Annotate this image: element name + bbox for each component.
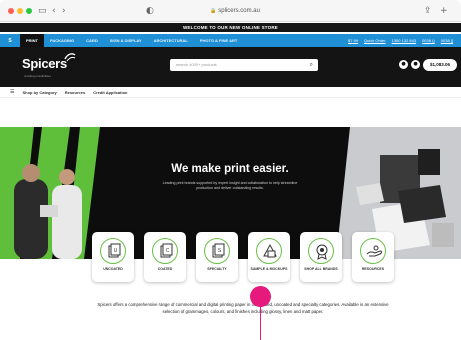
nav-link-price[interactable]: $7.99 <box>348 38 358 43</box>
new-tab-icon[interactable]: + <box>440 5 448 17</box>
category-letter: C <box>166 248 170 254</box>
address-bar-url: splicers.com.au <box>218 8 260 14</box>
category-resources[interactable]: RESOURCES <box>352 232 394 282</box>
category-label: SHOP ALL BRANDS <box>304 267 338 271</box>
brand-swirl-icon <box>64 53 76 62</box>
main-nav: S PRINT PACKAGING CARD SIGN & DISPLAY AR… <box>0 34 461 47</box>
category-label: RESOURCES <box>361 267 385 271</box>
tab-sign-display[interactable]: SIGN & DISPLAY <box>104 34 148 47</box>
user-icon[interactable]: ● <box>399 60 408 69</box>
coated-icon: C <box>152 238 178 264</box>
subnav-shop-by-category[interactable]: Shop by Category <box>22 90 56 95</box>
search-placeholder: search 4000+ products <box>176 62 217 67</box>
tab-print[interactable]: PRINT <box>20 34 44 47</box>
category-tiles: U UNCOATED C COATED S SPECIALTY SAMPLE &… <box>92 232 397 287</box>
chevron-left-icon[interactable]: ‹ <box>52 5 56 17</box>
promo-banner: WELCOME TO OUR NEW ONLINE STORE <box>0 23 461 32</box>
browser-window: ▭ ‹ › ◐ 🔒 splicers.com.au ⇪ + WELCOME TO … <box>0 0 461 340</box>
close-window-button[interactable] <box>8 8 14 14</box>
site-header: Spicers creating possibilities search 40… <box>0 47 461 87</box>
hero-title: We make print easier. <box>171 163 289 175</box>
hero-subtitle: Leading print brands supported by expert… <box>162 181 298 190</box>
uncoated-icon: U <box>100 238 126 264</box>
category-coated[interactable]: C COATED <box>144 232 186 282</box>
search-icon[interactable]: ⌕ <box>310 59 313 71</box>
subnav-resources[interactable]: Resources <box>65 90 85 95</box>
lock-icon: 🔒 <box>210 8 217 14</box>
brand-logo[interactable]: Spicers <box>22 56 67 71</box>
nav-link-cart[interactable]: 0038 [] <box>441 38 453 43</box>
menu-icon[interactable]: ☰ <box>10 89 14 95</box>
search-input[interactable]: search 4000+ products ⌕ <box>170 59 318 71</box>
tab-packaging[interactable]: PACKAGING <box>44 34 80 47</box>
maximize-window-button[interactable] <box>26 8 32 14</box>
specialty-icon: S <box>204 238 230 264</box>
sample-mockups-icon <box>256 238 282 264</box>
intro-description: Spicers offers a comprehensive range of … <box>97 302 389 314</box>
category-sample-mockups[interactable]: SAMPLE & MOCKUPS <box>248 232 290 282</box>
nav-link-phone[interactable]: 1300 132 843 <box>392 38 416 43</box>
category-label: UNCOATED <box>103 267 123 271</box>
resources-icon <box>360 238 386 264</box>
category-letter: U <box>114 248 118 254</box>
chevron-right-icon[interactable]: › <box>62 5 66 17</box>
wishlist-icon[interactable]: ● <box>411 60 420 69</box>
address-bar[interactable]: 🔒 splicers.com.au <box>160 5 310 17</box>
category-label: SPECIALTY <box>207 267 227 271</box>
sidebar-toggle-icon[interactable]: ▭ <box>38 5 47 17</box>
nav-logo-icon[interactable]: S <box>0 38 20 44</box>
nav-link-account[interactable]: 0038 () <box>422 38 435 43</box>
click-marker-icon <box>250 286 271 307</box>
tab-architectural[interactable]: ARCHITECTURAL <box>148 34 194 47</box>
brand-tagline: creating possibilities <box>24 74 51 78</box>
click-marker-line <box>260 307 261 340</box>
minimize-window-button[interactable] <box>17 8 23 14</box>
nav-utility-links: $7.99 Quick Order 1300 132 843 0038 () 0… <box>348 38 461 43</box>
category-shop-all-brands[interactable]: SHOP ALL BRANDS <box>300 232 342 282</box>
subnav-credit-application[interactable]: Credit Application <box>93 90 127 95</box>
category-uncoated[interactable]: U UNCOATED <box>92 232 134 282</box>
share-icon[interactable]: ⇪ <box>424 5 432 17</box>
tab-photo-fine-art[interactable]: PHOTO & FINE ART <box>194 34 244 47</box>
tab-card[interactable]: CARD <box>80 34 104 47</box>
category-label: SAMPLE & MOCKUPS <box>250 267 288 271</box>
cart-total-button[interactable]: $1,083.06 <box>423 59 457 71</box>
category-specialty[interactable]: S SPECIALTY <box>196 232 238 282</box>
nav-link-quick-order[interactable]: Quick Order <box>364 38 386 43</box>
shop-all-brands-icon <box>308 238 334 264</box>
category-label: COATED <box>157 267 173 271</box>
sub-nav: ☰ Shop by Category Resources Credit Appl… <box>0 87 461 98</box>
privacy-shield-icon[interactable]: ◐ <box>146 5 154 17</box>
browser-toolbar: ▭ ‹ › ◐ 🔒 splicers.com.au ⇪ + <box>0 0 461 22</box>
